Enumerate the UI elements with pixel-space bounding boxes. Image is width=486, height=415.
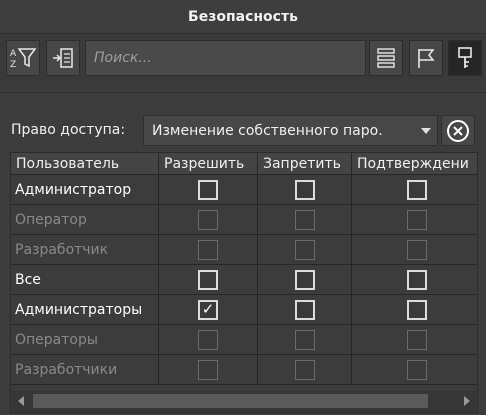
permissions-table: Пользователь Разрешить Запретить Подтвер…	[10, 152, 478, 413]
clear-access-button[interactable]	[441, 115, 475, 146]
confirm-cell	[352, 325, 477, 355]
user-name-cell: Разработчики	[11, 355, 159, 385]
confirm-checkbox[interactable]	[406, 179, 427, 200]
deny-cell	[258, 175, 352, 205]
key-icon	[458, 47, 472, 68]
horizontal-scrollbar[interactable]	[12, 391, 476, 411]
allow-checkbox[interactable]	[198, 269, 218, 290]
window-title: Безопасность	[0, 0, 486, 34]
scroll-thumb[interactable]	[33, 394, 428, 408]
confirm-checkbox[interactable]	[406, 299, 427, 320]
confirm-cell	[352, 295, 477, 325]
confirm-checkbox	[406, 359, 427, 380]
toolbar-divider	[0, 92, 486, 93]
deny-checkbox[interactable]	[294, 269, 315, 290]
deny-cell	[258, 235, 352, 265]
deny-cell	[258, 295, 352, 325]
confirm-cell	[352, 235, 477, 265]
header-user[interactable]: Пользователь	[11, 153, 159, 175]
allow-checkbox[interactable]	[198, 179, 218, 200]
deny-checkbox	[294, 329, 315, 350]
deny-cell	[258, 205, 352, 235]
header-confirm[interactable]: Подтверждени	[352, 153, 477, 175]
access-right-label: Право доступа:	[11, 122, 126, 138]
security-key-button[interactable]	[448, 40, 482, 76]
toolbar: A Z	[0, 36, 486, 82]
allow-cell	[159, 235, 258, 265]
user-name-cell: Операторы	[11, 325, 159, 355]
user-name-cell: Оператор	[11, 205, 159, 235]
allow-checkbox	[198, 329, 218, 350]
deny-cell	[258, 265, 352, 295]
deny-checkbox	[294, 209, 315, 230]
user-name-cell: Администраторы	[11, 295, 159, 325]
confirm-cell	[352, 355, 477, 385]
deny-checkbox[interactable]	[294, 299, 315, 320]
scroll-right-icon[interactable]	[464, 396, 470, 406]
filter-sort-button[interactable]: A Z	[6, 40, 40, 76]
deny-checkbox	[294, 239, 315, 260]
allow-checkbox	[198, 239, 218, 260]
search-input[interactable]	[85, 40, 366, 76]
flag-button[interactable]	[409, 40, 443, 76]
deny-cell	[258, 325, 352, 355]
allow-checkbox[interactable]: ✓	[198, 299, 218, 320]
allow-cell: ✓	[159, 295, 258, 325]
confirm-cell	[352, 175, 477, 205]
deny-checkbox[interactable]	[294, 179, 315, 200]
deny-checkbox	[294, 359, 315, 380]
filter-sort-icon: A Z	[10, 48, 36, 70]
allow-cell	[159, 205, 258, 235]
allow-cell	[159, 355, 258, 385]
scroll-left-icon[interactable]	[18, 396, 24, 406]
access-right-value: Изменение собственного паро.	[152, 122, 383, 139]
access-right-select[interactable]: Изменение собственного паро.	[143, 115, 438, 146]
allow-cell	[159, 265, 258, 295]
allow-checkbox	[198, 359, 218, 380]
confirm-cell	[352, 205, 477, 235]
import-button[interactable]	[46, 40, 80, 76]
confirm-cell	[352, 265, 477, 295]
confirm-checkbox[interactable]	[406, 269, 427, 290]
deny-cell	[258, 355, 352, 385]
user-name-cell: Все	[11, 265, 159, 295]
flag-icon	[418, 49, 435, 68]
svg-text:Z: Z	[10, 60, 16, 70]
svg-text:A: A	[10, 49, 17, 59]
list-icon	[377, 48, 395, 68]
user-name-cell: Администратор	[11, 175, 159, 205]
allow-cell	[159, 325, 258, 355]
header-allow[interactable]: Разрешить	[159, 153, 258, 175]
list-view-button[interactable]	[369, 40, 403, 76]
chevron-down-icon	[421, 128, 431, 134]
confirm-checkbox	[406, 209, 427, 230]
header-deny[interactable]: Запретить	[258, 153, 352, 175]
confirm-checkbox	[406, 239, 427, 260]
allow-cell	[159, 175, 258, 205]
user-name-cell: Разработчик	[11, 235, 159, 265]
clear-circle-x-icon	[447, 119, 469, 142]
import-icon	[53, 48, 73, 68]
allow-checkbox	[198, 209, 218, 230]
confirm-checkbox	[406, 329, 427, 350]
checkmark-icon: ✓	[201, 300, 215, 318]
